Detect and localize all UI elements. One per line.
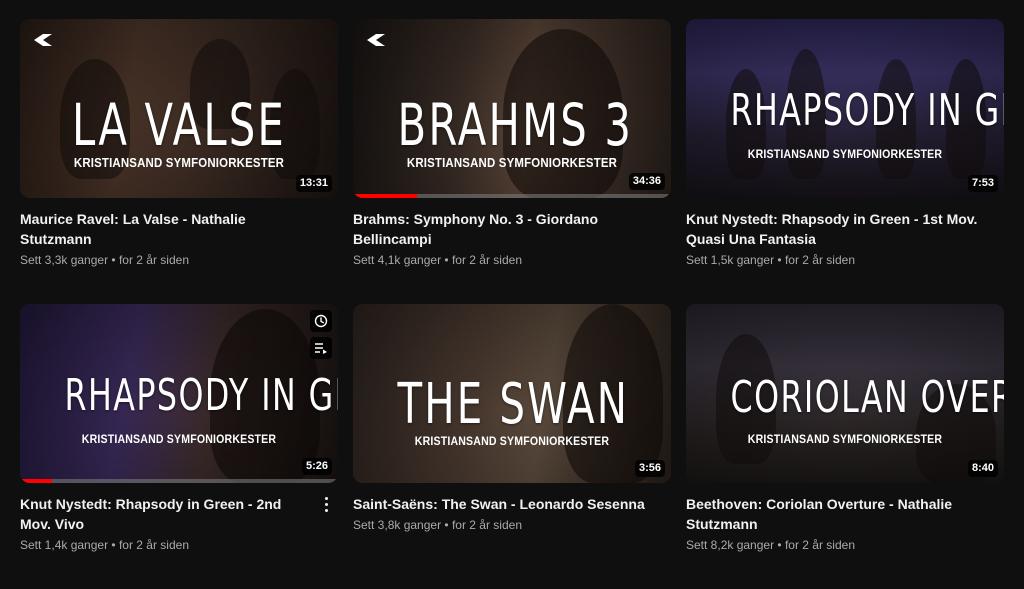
more-vert-dot <box>324 508 328 512</box>
watch-later-button[interactable] <box>310 310 332 332</box>
thumbnail-overlay-subtitle: KRISTIANSAND SYMFONIORKESTER <box>406 155 618 170</box>
thumbnail-overlay-subtitle: KRISTIANSAND SYMFONIORKESTER <box>81 432 277 446</box>
upload-age: for 2 år siden <box>118 253 189 267</box>
more-vert-icon <box>324 496 328 500</box>
thumbnail-overlay-title: BRAHMS 3 <box>397 91 634 159</box>
duration-badge: 7:53 <box>967 175 998 192</box>
channel-logo-icon <box>367 34 385 46</box>
separator: • <box>777 253 782 267</box>
video-meta: Brahms: Symphony No. 3 - Giordano Bellin… <box>353 198 671 269</box>
video-title[interactable]: Knut Nystedt: Rhapsody in Green - 2nd Mo… <box>20 494 314 534</box>
video-card[interactable]: THE SWAN KRISTIANSAND SYMFONIORKESTER 3:… <box>353 304 671 589</box>
upload-age: for 2 år siden <box>451 253 522 267</box>
video-grid: LA VALSE KRISTIANSAND SYMFONIORKESTER 13… <box>20 19 1004 589</box>
add-to-queue-button[interactable] <box>310 337 332 359</box>
thumbnail-overlay-title: RHAPSODY IN GREEN <box>64 370 338 421</box>
video-stats: Sett 3,8k ganger • for 2 år siden <box>353 516 647 534</box>
more-vert-dot <box>324 502 328 506</box>
thumbnail-overlay-title: LA VALSE <box>72 91 286 159</box>
video-stats: Sett 1,4k ganger • for 2 år siden <box>20 536 314 554</box>
video-thumbnail[interactable]: RHAPSODY IN GREEN KRISTIANSAND SYMFONIOR… <box>20 304 338 483</box>
thumbnail-overlay-title: THE SWAN <box>397 372 630 437</box>
video-card[interactable]: LA VALSE KRISTIANSAND SYMFONIORKESTER 13… <box>20 19 338 304</box>
duration-badge: 5:26 <box>301 458 332 475</box>
video-thumbnail[interactable]: THE SWAN KRISTIANSAND SYMFONIORKESTER 3:… <box>353 304 671 483</box>
video-stats: Sett 8,2k ganger • for 2 år siden <box>686 536 980 554</box>
clock-icon <box>314 314 328 328</box>
video-card[interactable]: RHAPSODY IN GREEN KRISTIANSAND SYMFONIOR… <box>20 304 338 589</box>
separator: • <box>444 518 449 532</box>
video-title[interactable]: Beethoven: Coriolan Overture - Nathalie … <box>686 494 980 534</box>
video-title[interactable]: Knut Nystedt: Rhapsody in Green - 1st Mo… <box>686 209 980 249</box>
thumbnail-overlay-title: RHAPSODY IN GREEN <box>730 85 1004 136</box>
video-title[interactable]: Brahms: Symphony No. 3 - Giordano Bellin… <box>353 209 647 249</box>
upload-age: for 2 år siden <box>784 538 855 552</box>
separator: • <box>444 253 449 267</box>
duration-badge: 13:31 <box>295 175 332 192</box>
view-count: Sett 1,4k ganger <box>20 538 109 552</box>
view-count: Sett 1,5k ganger <box>686 253 775 267</box>
video-meta: Knut Nystedt: Rhapsody in Green - 1st Mo… <box>686 198 1004 269</box>
video-title[interactable]: Saint-Saëns: The Swan - Leonardo Sesenna <box>353 494 647 514</box>
upload-age: for 2 år siden <box>118 538 189 552</box>
video-thumbnail[interactable]: RHAPSODY IN GREEN KRISTIANSAND SYMFONIOR… <box>686 19 1004 198</box>
view-count: Sett 8,2k ganger <box>686 538 775 552</box>
thumbnail-overlay-title: CORIOLAN OVERTURE <box>730 372 1004 423</box>
thumbnail-overlay-subtitle: KRISTIANSAND SYMFONIORKESTER <box>73 155 285 170</box>
video-meta: Beethoven: Coriolan Overture - Nathalie … <box>686 483 1004 554</box>
video-thumbnail[interactable]: BRAHMS 3 KRISTIANSAND SYMFONIORKESTER 34… <box>353 19 671 198</box>
upload-age: for 2 år siden <box>784 253 855 267</box>
video-card[interactable]: BRAHMS 3 KRISTIANSAND SYMFONIORKESTER 34… <box>353 19 671 304</box>
thumbnail-overlay-subtitle: KRISTIANSAND SYMFONIORKESTER <box>414 434 610 448</box>
separator: • <box>777 538 782 552</box>
duration-badge: 34:36 <box>628 173 665 190</box>
channel-logo-icon <box>34 34 52 46</box>
view-count: Sett 4,1k ganger <box>353 253 442 267</box>
duration-badge: 8:40 <box>967 460 998 477</box>
video-thumbnail[interactable]: CORIOLAN OVERTURE KRISTIANSAND SYMFONIOR… <box>686 304 1004 483</box>
separator: • <box>111 538 116 552</box>
video-card[interactable]: RHAPSODY IN GREEN KRISTIANSAND SYMFONIOR… <box>686 19 1004 304</box>
video-meta: Maurice Ravel: La Valse - Nathalie Stutz… <box>20 198 338 269</box>
video-meta: Knut Nystedt: Rhapsody in Green - 2nd Mo… <box>20 483 338 554</box>
video-stats: Sett 3,3k ganger • for 2 år siden <box>20 251 314 269</box>
separator: • <box>111 253 116 267</box>
video-stats: Sett 4,1k ganger • for 2 år siden <box>353 251 647 269</box>
duration-badge: 3:56 <box>634 460 665 477</box>
queue-icon <box>315 343 327 354</box>
video-thumbnail[interactable]: LA VALSE KRISTIANSAND SYMFONIORKESTER 13… <box>20 19 338 198</box>
view-count: Sett 3,8k ganger <box>353 518 442 532</box>
thumbnail-overlay-subtitle: KRISTIANSAND SYMFONIORKESTER <box>747 147 943 161</box>
video-meta: Saint-Saëns: The Swan - Leonardo Sesenna… <box>353 483 671 534</box>
thumbnail-overlay-subtitle: KRISTIANSAND SYMFONIORKESTER <box>747 432 943 446</box>
video-stats: Sett 1,5k ganger • for 2 år siden <box>686 251 980 269</box>
more-actions-button[interactable] <box>318 493 334 515</box>
view-count: Sett 3,3k ganger <box>20 253 109 267</box>
video-title[interactable]: Maurice Ravel: La Valse - Nathalie Stutz… <box>20 209 314 249</box>
video-card[interactable]: CORIOLAN OVERTURE KRISTIANSAND SYMFONIOR… <box>686 304 1004 589</box>
upload-age: for 2 år siden <box>451 518 522 532</box>
